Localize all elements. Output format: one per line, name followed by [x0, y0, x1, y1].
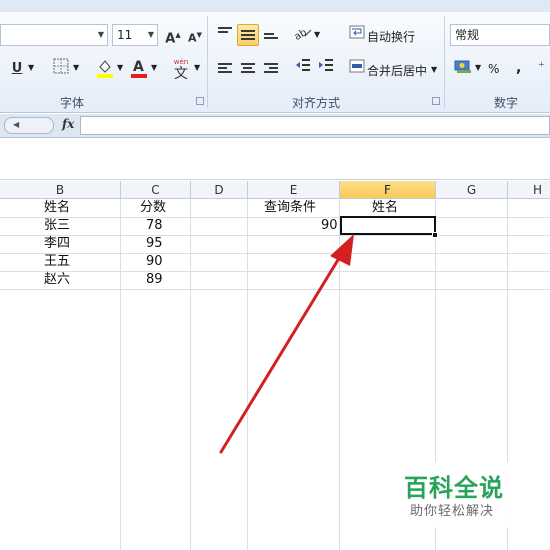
- watermark-logo: 百科全说 助你轻松解决: [388, 462, 528, 528]
- watermark-title: 百科全说: [404, 474, 504, 502]
- watermark-subtitle: 助你轻松解决: [410, 504, 495, 519]
